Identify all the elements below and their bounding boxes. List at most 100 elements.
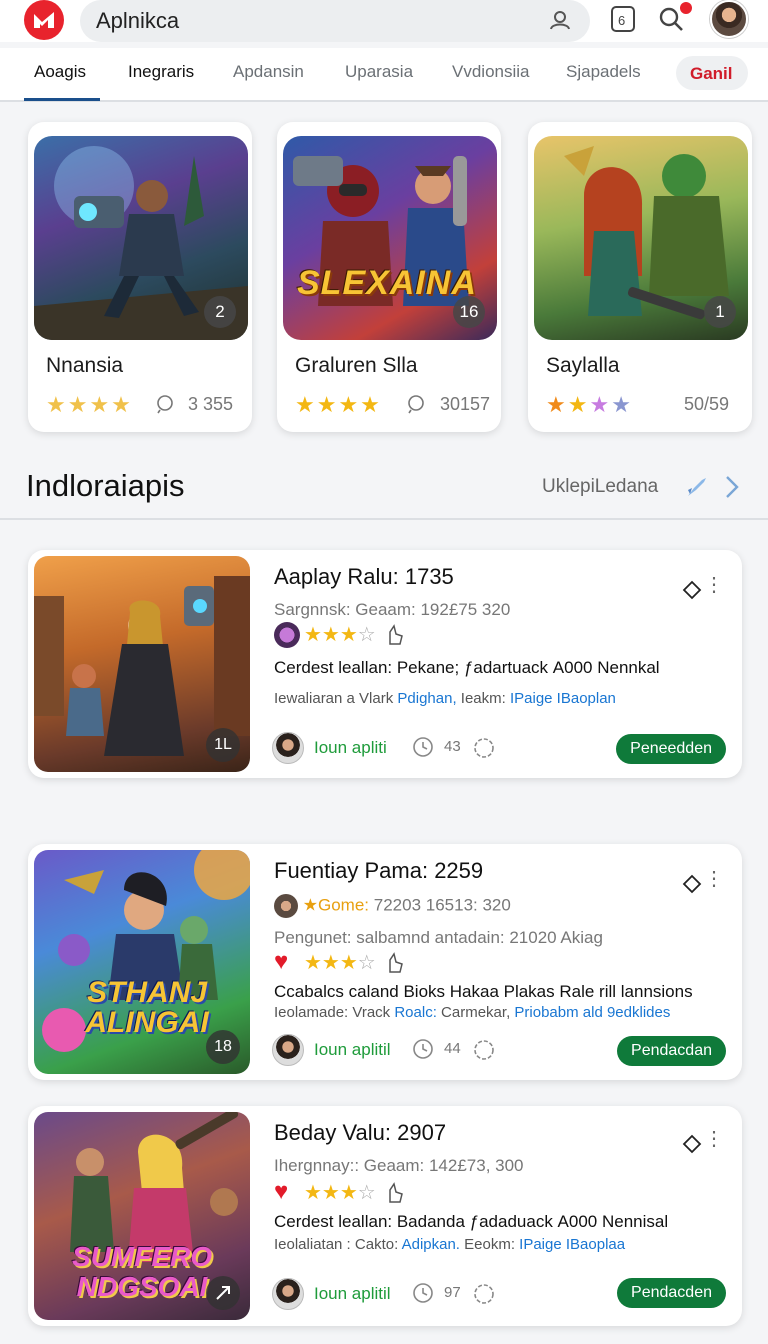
author-name[interactable]: Ioun aplitil [314, 1284, 391, 1304]
author-name[interactable]: Ioun apliti [314, 738, 387, 758]
rocket-icon [684, 474, 710, 505]
pin-icon[interactable] [682, 874, 702, 899]
tag-link[interactable]: IPaige IBaoplan [510, 690, 616, 707]
download-button[interactable]: Pendacden [617, 1278, 726, 1308]
tag-label: Ieakm: [460, 690, 506, 707]
game-logo-text: STHANJ ALINGAI [85, 976, 209, 1039]
author-name[interactable]: Ioun aplitil [314, 1040, 391, 1060]
featured-card[interactable]: 1 Saylalla ★★★★ 50/59 [528, 122, 752, 432]
section-title: Indloraiapis [26, 468, 185, 503]
more-options-icon[interactable]: ⋮ [704, 869, 724, 889]
rank-badge: 1L [206, 728, 240, 762]
rating-row: ♥ ★★★☆ [274, 1178, 474, 1209]
game-list-card[interactable]: SUMFERO NDGSOAI Beday Valu: 2907 ⋮ Iherg… [28, 1106, 742, 1326]
game-description: Cerdest leallan: Badanda ƒadaduack А000 … [274, 1212, 669, 1231]
heart-icon[interactable]: ♥ [274, 948, 288, 976]
heart-icon[interactable]: ♥ [274, 1178, 288, 1206]
game-title: Beday Valu: 2907 [274, 1120, 447, 1145]
tag-link[interactable]: Roalc: [394, 1004, 437, 1021]
comment-count: 44 [444, 1040, 461, 1057]
game-artwork: 2 [34, 136, 248, 340]
game-title: Saylalla [546, 354, 620, 377]
featured-card[interactable]: 2 Nnansia ★★★★ 3 355 [28, 122, 252, 432]
tag-prefix: Iewaliaran a Vlark [274, 690, 394, 707]
rating-row: ★★★☆ [274, 622, 474, 648]
tablet-icon[interactable]: 6 [608, 4, 638, 34]
profile-icon[interactable] [548, 8, 572, 37]
meta-badge: Gome: [317, 895, 370, 915]
game-title: Nnansia [46, 354, 124, 377]
download-button[interactable]: Peneedden [616, 734, 726, 764]
like-icon[interactable] [386, 952, 404, 979]
tag-link[interactable]: Pdighan, [397, 690, 456, 707]
comment-icon [156, 394, 176, 419]
tag-link[interactable]: Priobabm ald 9edklides [514, 1004, 670, 1021]
tab-uparasia[interactable]: Uparasia [345, 62, 413, 82]
tag-link[interactable]: Adipkan. [402, 1236, 460, 1253]
rank-badge: 18 [206, 1030, 240, 1064]
tab-ganil[interactable]: Ganil [676, 56, 748, 90]
author-avatar[interactable] [272, 1278, 304, 1310]
comment-count: 97 [444, 1284, 461, 1301]
tab-ganil-label: Ganil [690, 64, 733, 83]
search-bar[interactable]: Aplnikca [80, 0, 590, 42]
game-tags: Ieolamade: Vrack Roalc: Carmekar, Prioba… [274, 1004, 670, 1021]
game-list-card[interactable]: STHANJ ALINGAI 18 Fuentiay Pama: 2259 ⋮ … [28, 844, 742, 1080]
notification-dot-icon [680, 2, 692, 14]
game-artwork: SUMFERO NDGSOAI [34, 1112, 250, 1320]
timer-icon [412, 1038, 434, 1065]
game-description: Ccabalcs caland Bioks Hakaa Plakas Rale … [274, 982, 693, 1001]
section-divider [0, 518, 768, 520]
game-artwork: STHANJ ALINGAI 18 [34, 850, 250, 1074]
chevron-right-icon[interactable] [722, 474, 742, 505]
chat-bubble-icon[interactable] [472, 1282, 496, 1311]
star-rating: ★★★★ [46, 392, 133, 417]
game-meta-row: ★Gome: 72203 16513: 320 [274, 894, 511, 918]
featured-card[interactable]: SLEXAINA 16 Graluren Slla ★★★★ 30157 [277, 122, 501, 432]
game-list-card[interactable]: 1L Aaplay Ralu: 1735 ⋮ Sargnnsk: Geaam: … [28, 550, 742, 778]
chat-bubble-icon[interactable] [472, 736, 496, 765]
like-icon[interactable] [386, 1182, 404, 1209]
star-rating: ★★★★ [295, 392, 382, 417]
tab-vvdionsiia[interactable]: Vvdionsiia [452, 62, 530, 82]
top-bar: Aplnikca 6 [0, 0, 768, 42]
rank-badge: 2 [204, 296, 236, 328]
star-rating: ★★★☆ [304, 952, 376, 974]
pin-icon[interactable] [682, 1134, 702, 1159]
user-avatar[interactable] [710, 0, 748, 38]
search-input[interactable]: Aplnikca [96, 8, 179, 34]
brand-logo-icon[interactable] [24, 0, 64, 40]
like-icon[interactable] [386, 624, 404, 651]
svg-text:6: 6 [618, 13, 625, 28]
chat-bubble-icon[interactable] [472, 1038, 496, 1067]
share-icon[interactable] [206, 1276, 240, 1310]
more-options-icon[interactable]: ⋮ [704, 1129, 724, 1149]
tag-prefix: Ieolaliatan : Cakto: [274, 1236, 399, 1253]
author-avatar[interactable] [272, 1034, 304, 1066]
tab-aoagis[interactable]: Aoagis [34, 62, 86, 82]
timer-icon [412, 1282, 434, 1309]
section-see-all-link[interactable]: UklepiLedana [542, 476, 658, 498]
tab-sjapadels[interactable]: Sjapadels [566, 62, 641, 82]
more-options-icon[interactable]: ⋮ [704, 575, 724, 595]
rank-badge: 1 [704, 296, 736, 328]
tag-link[interactable]: IPaige IBaoplaa [519, 1236, 625, 1253]
star-rating: ★★★★ [546, 392, 633, 417]
comment-count: 43 [444, 738, 461, 755]
game-title: Aaplay Ralu: 1735 [274, 564, 454, 589]
tag-label: Carmekar, [441, 1004, 511, 1021]
game-tags: Ieolaliatan : Cakto: Adipkan. Eeokm: IPa… [274, 1236, 625, 1253]
rating-row: ♥ ★★★☆ [274, 948, 474, 979]
play-count: 30157 [440, 394, 491, 414]
publisher-avatar [274, 894, 298, 918]
download-button[interactable]: Pendacdan [617, 1036, 726, 1066]
play-count: 3 355 [188, 394, 234, 414]
game-artwork: 1 [534, 136, 748, 340]
game-title: Fuentiay Pama: 2259 [274, 858, 484, 883]
tab-apdansin[interactable]: Apdansin [233, 62, 304, 82]
tab-inegraris[interactable]: Inegraris [128, 62, 194, 82]
author-avatar[interactable] [272, 732, 304, 764]
comment-icon [407, 394, 427, 419]
game-meta-secondary: Pengunet: salbamnd antadain: 21020 Akiag [274, 928, 603, 947]
pin-icon[interactable] [682, 580, 702, 605]
